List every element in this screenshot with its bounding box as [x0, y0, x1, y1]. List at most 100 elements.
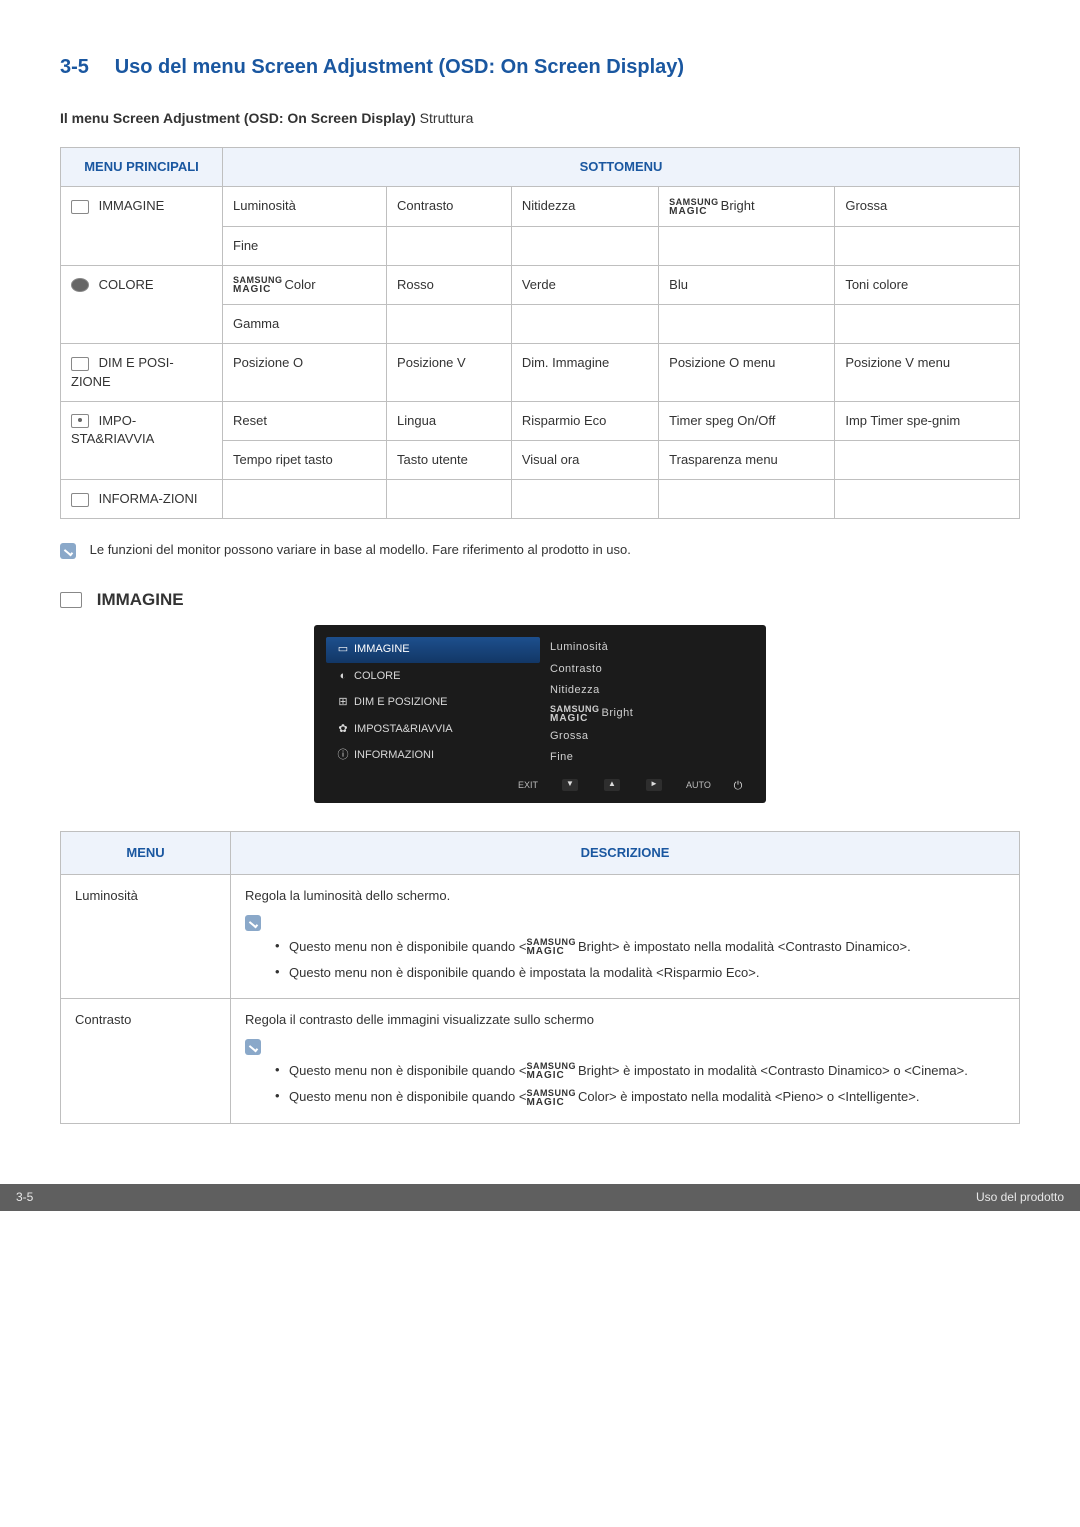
submenu-cell — [835, 226, 1020, 265]
osd-right-item: Grossa — [546, 726, 758, 747]
submenu-cell: Imp Timer spe-gnim — [835, 401, 1020, 440]
submenu-cell — [835, 441, 1020, 480]
description-table: MENU DESCRIZIONE LuminositàRegola la lum… — [60, 831, 1020, 1124]
osd-left-label: IMPOSTA&RIAVVIA — [354, 722, 453, 737]
model-note: Le funzioni del monitor possono variare … — [60, 541, 1020, 559]
submenu-cell: Posizione O menu — [659, 344, 835, 401]
submenu-cell — [511, 226, 658, 265]
submenu-cell — [387, 226, 512, 265]
submenu-cell — [659, 305, 835, 344]
osd-right-item: Contrasto — [546, 659, 758, 680]
menu-icon — [71, 278, 89, 292]
table-row: COLORE SAMSUNGMAGICColorRossoVerdeBluToni… — [61, 265, 1020, 305]
note-icon — [245, 1039, 261, 1055]
menu-icon — [71, 414, 89, 428]
osd-left-label: COLORE — [354, 669, 400, 684]
submenu-cell: Blu — [659, 265, 835, 305]
th-main-menu: MENU PRINCIPALI — [61, 147, 223, 186]
submenu-cell — [511, 480, 658, 519]
submenu-cell: Trasparenza menu — [659, 441, 835, 480]
menu-label-cell: COLORE — [61, 265, 223, 344]
menu-icon — [71, 493, 89, 507]
submenu-cell — [659, 480, 835, 519]
submenu-cell: Tasto utente — [387, 441, 512, 480]
desc-bullet: Questo menu non è disponibile quando <SA… — [275, 1058, 1005, 1085]
submenu-cell: Grossa — [835, 186, 1020, 226]
subtitle-rest: Struttura — [416, 110, 474, 126]
subtitle-bold: Il menu Screen Adjustment (OSD: On Scree… — [60, 110, 416, 126]
menu-label: IMMAGINE — [95, 198, 164, 213]
table-row: LuminositàRegola la luminosità dello sch… — [61, 875, 1020, 999]
submenu-cell: Reset — [223, 401, 387, 440]
submenu-cell — [835, 305, 1020, 344]
table-row: Contrasto Regola il contrasto delle immag… — [61, 999, 1020, 1124]
osd-preview: ▭IMMAGINE◐COLORE⊞DIM E POSIZIONE✿IMPOSTA… — [314, 625, 766, 803]
th-submenu: SOTTOMENU — [223, 147, 1020, 186]
submenu-cell: SAMSUNGMAGICBright — [659, 186, 835, 226]
samsung-magic-brand: SAMSUNGMAGIC — [526, 938, 576, 956]
immagine-section-heading: IMMAGINE — [60, 588, 1020, 612]
submenu-cell: Fine — [223, 226, 387, 265]
samsung-magic-brand: SAMSUNGMAGIC — [233, 276, 283, 294]
desc-text-cell: Regola il contrasto delle immagini visua… — [231, 999, 1020, 1124]
osd-right-item: Fine — [546, 747, 758, 768]
footer-left: 3-5 — [16, 1189, 33, 1206]
menu-label: INFORMA-ZIONI — [95, 491, 198, 506]
desc-bullet-list: Questo menu non è disponibile quando <SA… — [245, 1058, 1005, 1111]
osd-exit-label: EXIT — [518, 779, 538, 795]
submenu-cell — [387, 480, 512, 519]
osd-auto-label: AUTO — [686, 779, 706, 795]
submenu-cell: SAMSUNGMAGICColor — [223, 265, 387, 305]
menu-label-cell: INFORMA-ZIONI — [61, 480, 223, 519]
osd-up-icon — [604, 779, 620, 791]
osd-right-item: Luminosità — [546, 637, 758, 658]
desc-text-cell: Regola la luminosità dello schermo. Quest… — [231, 875, 1020, 999]
table-row: DIM E POSI-ZIONEPosizione OPosizione VDi… — [61, 344, 1020, 401]
footer-right: Uso del prodotto — [976, 1189, 1064, 1206]
osd-left-item: ⓘINFORMAZIONI — [326, 743, 540, 768]
desc-lead: Regola il contrasto delle immagini visua… — [245, 1011, 1005, 1029]
note-text: Le funzioni del monitor possono variare … — [90, 542, 631, 557]
th-menu: MENU — [61, 831, 231, 874]
submenu-cell: Contrasto — [387, 186, 512, 226]
samsung-magic-brand: SAMSUNGMAGIC — [550, 705, 600, 723]
desc-bullet: Questo menu non è disponibile quando è i… — [275, 960, 1005, 986]
submenu-cell: Verde — [511, 265, 658, 305]
osd-left-item: ⊞DIM E POSIZIONE — [326, 690, 540, 715]
menu-structure-table: MENU PRINCIPALI SOTTOMENU IMMAGINE Lumino… — [60, 147, 1020, 520]
submenu-cell — [223, 480, 387, 519]
osd-down-icon — [562, 779, 578, 791]
submenu-cell: Gamma — [223, 305, 387, 344]
menu-icon — [71, 200, 89, 214]
menu-label-cell: IMMAGINE — [61, 186, 223, 265]
desc-menu-cell: Luminosità — [61, 875, 231, 999]
menu-label: COLORE — [95, 277, 154, 292]
note-icon — [60, 543, 76, 559]
osd-power-icon: ⏻ — [728, 779, 748, 795]
desc-bullet-list: Questo menu non è disponibile quando <SA… — [245, 934, 1005, 987]
submenu-cell: Toni colore — [835, 265, 1020, 305]
osd-enter-icon — [646, 779, 662, 791]
section-title: Uso del menu Screen Adjustment (OSD: On … — [115, 56, 684, 78]
submenu-cell: Posizione O — [223, 344, 387, 401]
desc-menu-cell: Contrasto — [61, 999, 231, 1124]
submenu-cell — [511, 305, 658, 344]
th-desc: DESCRIZIONE — [231, 831, 1020, 874]
osd-left-icon: ⊞ — [332, 695, 354, 710]
submenu-cell: Tempo ripet tasto — [223, 441, 387, 480]
submenu-cell: Lingua — [387, 401, 512, 440]
osd-left-label: IMMAGINE — [354, 642, 410, 657]
submenu-cell — [387, 305, 512, 344]
submenu-cell: Rosso — [387, 265, 512, 305]
picture-icon — [60, 592, 82, 608]
menu-label-cell: IMPO-STA&RIAVVIA — [61, 401, 223, 479]
menu-icon — [71, 357, 89, 371]
submenu-cell: Timer speg On/Off — [659, 401, 835, 440]
submenu-cell: Luminosità — [223, 186, 387, 226]
desc-lead: Regola la luminosità dello schermo. — [245, 887, 1005, 905]
osd-right-item: Nitidezza — [546, 680, 758, 701]
section-heading: 3-5 Uso del menu Screen Adjustment (OSD:… — [60, 44, 1020, 83]
page-footer: 3-5 Uso del prodotto — [0, 1184, 1080, 1211]
osd-left-item: ◐COLORE — [326, 664, 540, 689]
table-row: IMMAGINELuminositàContrastoNitidezzaSAMS… — [61, 186, 1020, 226]
